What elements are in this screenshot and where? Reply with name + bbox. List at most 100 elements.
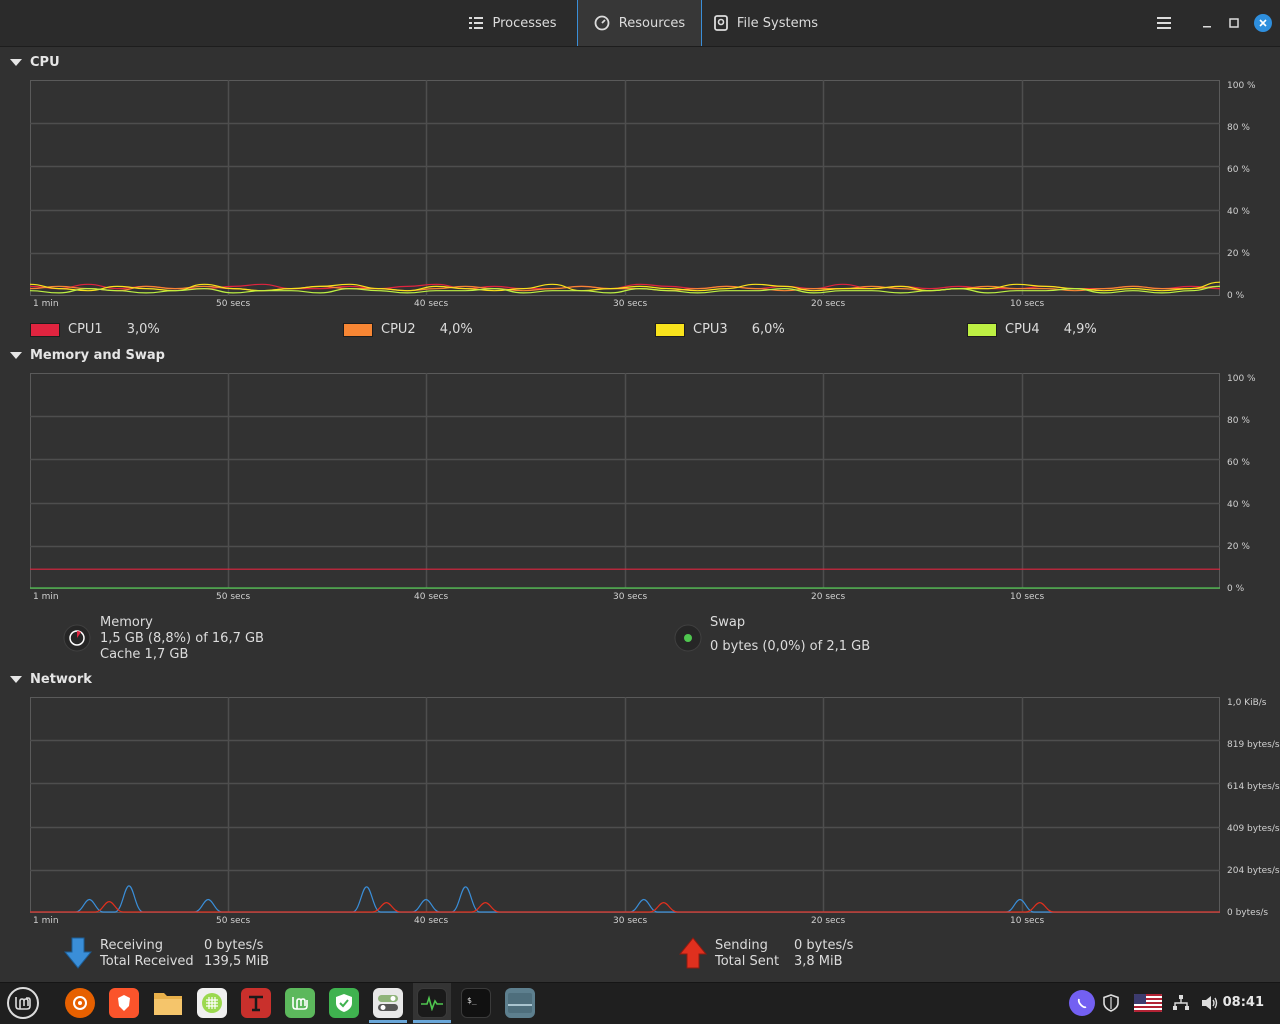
total-received-label: Total Received [100,954,194,969]
collapse-triangle-icon [10,59,22,66]
terminal-icon[interactable]: $_ [461,988,491,1018]
memory-usage: 1,5 GB (8,8%) of 16,7 GB [100,631,264,646]
cpu3-color-swatch[interactable] [655,322,685,337]
memory-info: Memory 1,5 GB (8,8%) of 16,7 GB Cache 1,… [100,615,264,663]
cpu3-name: CPU3 [693,322,728,337]
cpu1-legend: CPU1 3,0% [30,322,160,337]
viber-icon[interactable] [1069,990,1095,1016]
network-graph-svg [30,697,1220,913]
memory-y-tick-label: 40 % [1227,500,1250,510]
swap-pie-icon[interactable] [673,623,703,653]
menu-button[interactable] [1150,0,1178,46]
memory-title: Memory and Swap [30,348,165,363]
mint-menu-icon[interactable] [7,987,39,1019]
minimize-button[interactable] [1193,0,1221,46]
network-y-tick-label: 819 bytes/s [1227,740,1280,750]
sending-label: Sending [715,938,768,953]
taskbar: $_ 08:41 [0,982,1280,1024]
receiving-arrow-icon[interactable] [64,937,92,969]
network-icon[interactable] [1170,992,1192,1014]
memory-pie-icon[interactable] [62,623,92,653]
cpu3-value: 6,0% [751,322,785,337]
running-indicator [413,1020,451,1023]
network-x-tick-label: 10 secs [1010,916,1045,926]
memory-y-tick-label: 80 % [1227,416,1250,426]
maximize-icon [1229,18,1239,28]
receiving-values: 0 bytes/s 139,5 MiB [204,938,269,970]
tab-resources[interactable]: Resources [577,0,702,46]
network-y-tick-label: 1,0 KiB/s [1227,698,1267,708]
cpu-x-tick-label: 50 secs [216,299,251,309]
swap-info: Swap 0 bytes (0,0%) of 2,1 GB [710,615,870,655]
memory-label: Memory [100,615,153,630]
window-icon[interactable] [505,988,535,1018]
receiving-value: 0 bytes/s [204,938,264,953]
receiving-info: Receiving Total Received [100,938,194,970]
minimize-icon [1203,26,1211,28]
collapse-triangle-icon [10,676,22,683]
cpu-y-tick-label: 40 % [1227,207,1250,217]
firefox-icon[interactable] [65,988,95,1018]
memory-y-tick-label: 60 % [1227,458,1250,468]
network-x-tick-label: 20 secs [811,916,846,926]
network-section-header[interactable]: Network [10,672,92,687]
sending-arrow-icon[interactable] [679,937,707,969]
vpn-shield-icon[interactable] [329,988,359,1018]
network-title: Network [30,672,92,687]
cpu-y-tick-label: 60 % [1227,165,1250,175]
header-bar: Processes Resources File Systems [0,0,1280,47]
close-icon [1254,14,1272,32]
memory-y-tick-label: 100 % [1227,374,1256,384]
memory-section-header[interactable]: Memory and Swap [10,348,165,363]
network-y-tick-label: 204 bytes/s [1227,866,1280,876]
cpu-x-tick-label: 10 secs [1010,299,1045,309]
cpu-x-tick-label: 30 secs [613,299,648,309]
cpu3-legend: CPU3 6,0% [655,322,785,337]
menu-icon [1157,17,1171,29]
tab-processes[interactable]: Processes [450,0,576,46]
cpu2-color-swatch[interactable] [343,322,373,337]
sending-value: 0 bytes/s [794,938,854,953]
cpu-x-tick-label: 1 min [33,299,59,309]
total-sent-label: Total Sent [715,954,780,969]
memory-graph-svg [30,373,1220,589]
tab-processes-label: Processes [492,15,557,31]
files-icon[interactable] [153,988,183,1018]
us-flag-icon[interactable] [1134,994,1162,1012]
memory-y-tick-label: 20 % [1227,542,1250,552]
memory-x-tick-label: 20 secs [811,592,846,602]
cpu1-name: CPU1 [68,322,103,337]
settings-toggle-icon[interactable] [373,988,403,1018]
text-editor-icon[interactable] [241,988,271,1018]
network-y-tick-label: 614 bytes/s [1227,782,1280,792]
cpu-y-tick-label: 80 % [1227,123,1250,133]
swap-usage: 0 bytes (0,0%) of 2,1 GB [710,639,871,654]
svg-text:$_: $_ [467,996,477,1005]
grid-app-icon[interactable] [197,988,227,1018]
network-y-tick-label: 0 bytes/s [1227,908,1269,918]
volume-icon[interactable] [1199,992,1221,1014]
memory-graph [30,373,1220,589]
tab-file-systems[interactable]: File Systems [703,0,829,46]
shield-icon[interactable] [1100,992,1122,1014]
memory-x-tick-label: 40 secs [414,592,449,602]
cpu4-color-swatch[interactable] [967,322,997,337]
close-button[interactable] [1249,0,1277,46]
gauge-icon [594,15,610,31]
cpu1-color-swatch[interactable] [30,322,60,337]
sending-info: Sending Total Sent [715,938,779,970]
cpu2-name: CPU2 [381,322,416,337]
memory-x-tick-label: 10 secs [1010,592,1045,602]
network-y-tick-label: 409 bytes/s [1227,824,1280,834]
maximize-button[interactable] [1220,0,1248,46]
mint-update-icon[interactable] [285,988,315,1018]
network-x-tick-label: 1 min [33,916,59,926]
brave-icon[interactable] [109,988,139,1018]
network-x-tick-label: 30 secs [613,916,648,926]
memory-x-tick-label: 50 secs [216,592,251,602]
cpu-y-tick-label: 20 % [1227,249,1250,259]
total-received-value: 139,5 MiB [204,954,270,969]
system-monitor-icon[interactable] [417,988,447,1018]
clock[interactable]: 08:41 [1223,995,1264,1010]
cpu-section-header[interactable]: CPU [10,55,60,70]
